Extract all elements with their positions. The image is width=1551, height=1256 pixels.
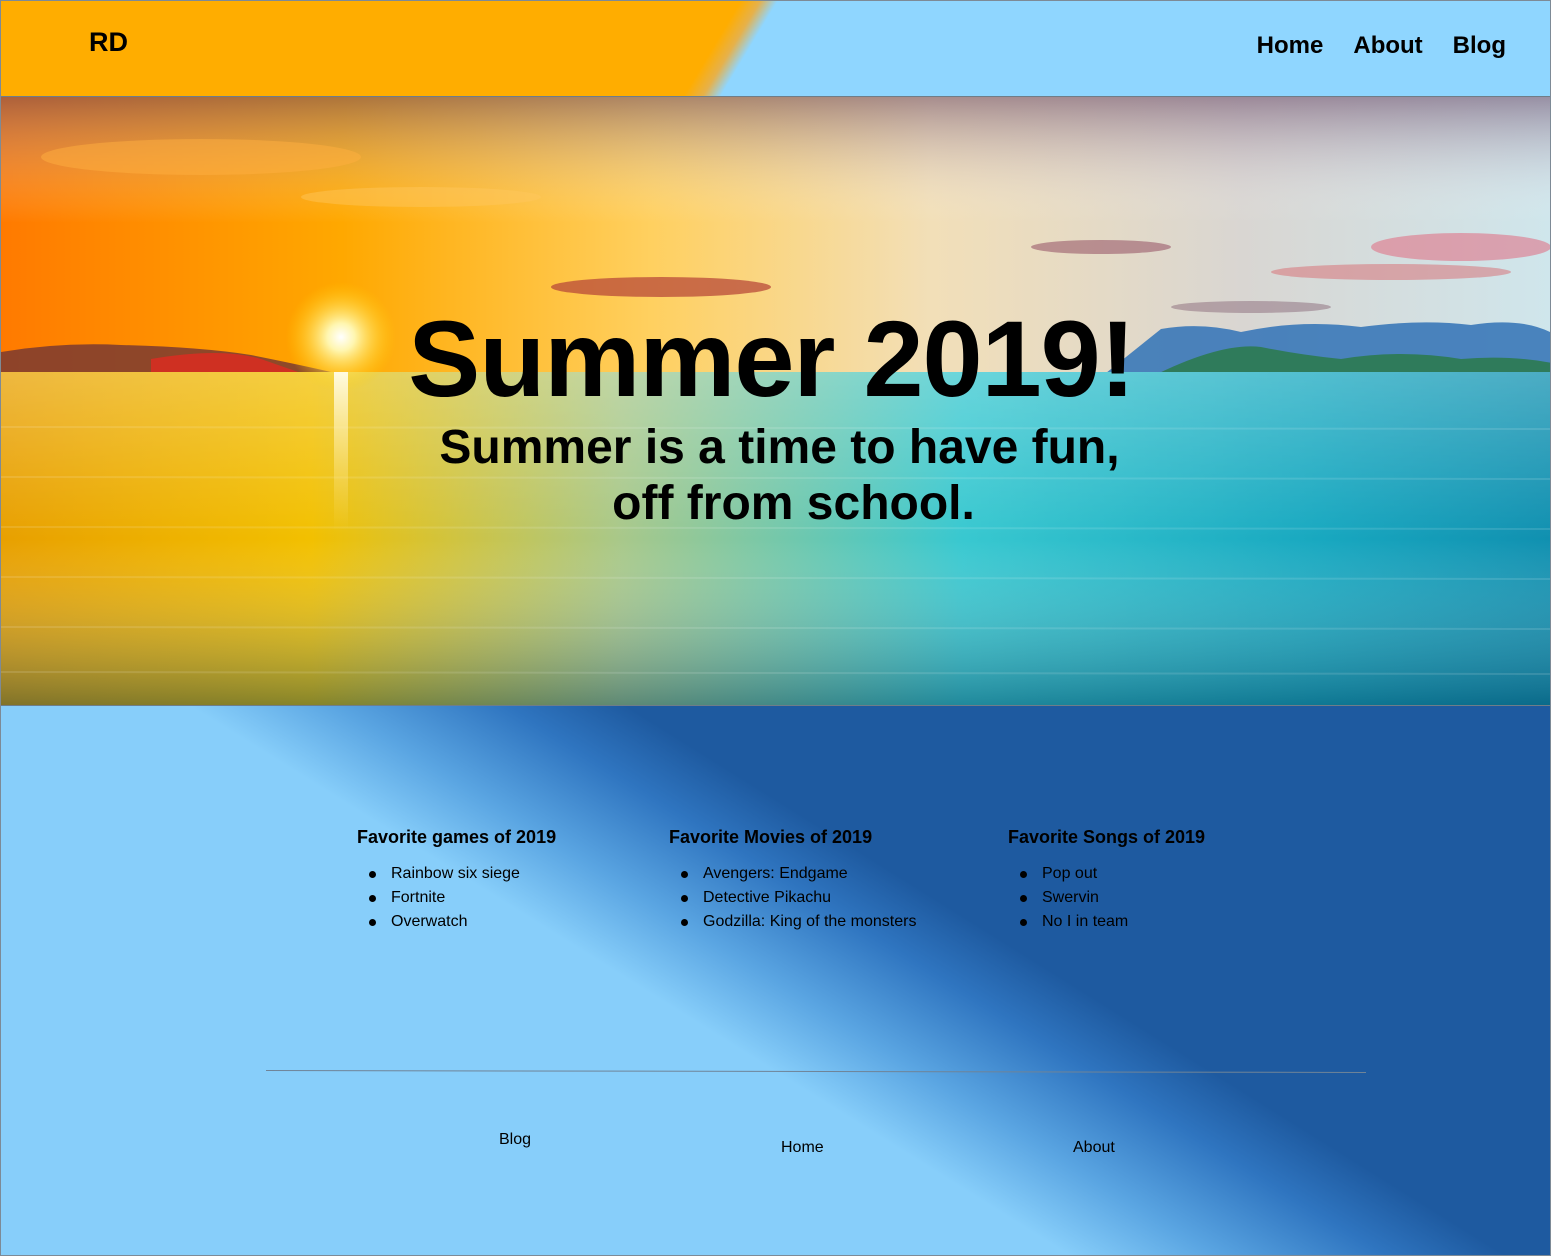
hero-subtitle: Summer is a time to have fun, off from s… xyxy=(1,420,1550,532)
nav-blog-link[interactable]: Blog xyxy=(1453,31,1506,61)
list-item: Detective Pikachu xyxy=(681,886,916,910)
hero-banner: Summer 2019! Summer is a time to have fu… xyxy=(1,97,1550,706)
movies-list: Avengers: Endgame Detective Pikachu Godz… xyxy=(669,862,916,934)
list-item: No I in team xyxy=(1020,910,1205,934)
list-item: Pop out xyxy=(1020,862,1205,886)
top-nav: Home About Blog xyxy=(1257,31,1506,61)
songs-list-block: Favorite Songs of 2019 Pop out Swervin N… xyxy=(1008,826,1205,934)
list-item: Avengers: Endgame xyxy=(681,862,916,886)
footer-divider xyxy=(265,1070,1366,1073)
list-item: Swervin xyxy=(1020,886,1205,910)
list-item: Godzilla: King of the monsters xyxy=(681,910,916,934)
footer-about-link[interactable]: About xyxy=(1073,1138,1115,1158)
footer-blog-link[interactable]: Blog xyxy=(499,1130,531,1150)
list-item: Rainbow six siege xyxy=(369,862,556,886)
content-section: Favorite games of 2019 Rainbow six siege… xyxy=(1,706,1550,1255)
page-frame: RD Home About Blog Summer 2019! Summer i… xyxy=(0,0,1551,1256)
movies-list-block: Favorite Movies of 2019 Avengers: Endgam… xyxy=(669,826,916,934)
songs-heading: Favorite Songs of 2019 xyxy=(1008,827,1206,847)
list-item: Overwatch xyxy=(369,910,556,934)
games-list: Rainbow six siege Fortnite Overwatch xyxy=(357,862,556,934)
nav-about-link[interactable]: About xyxy=(1353,31,1422,61)
nav-home-link[interactable]: Home xyxy=(1257,31,1324,61)
games-heading: Favorite games of 2019 xyxy=(357,827,557,847)
hero-subtitle-line-1: Summer is a time to have fun, xyxy=(439,421,1120,474)
site-header: RD Home About Blog xyxy=(1,1,1550,97)
movies-heading: Favorite Movies of 2019 xyxy=(669,827,873,847)
footer-home-link[interactable]: Home xyxy=(781,1138,824,1158)
list-item: Fortnite xyxy=(369,886,556,910)
hero-subtitle-line-2: off from school. xyxy=(612,477,975,530)
songs-list: Pop out Swervin No I in team xyxy=(1008,862,1205,934)
games-list-block: Favorite games of 2019 Rainbow six siege… xyxy=(357,826,556,934)
hero-title: Summer 2019! xyxy=(408,298,1135,419)
site-logo[interactable]: RD xyxy=(89,27,128,57)
